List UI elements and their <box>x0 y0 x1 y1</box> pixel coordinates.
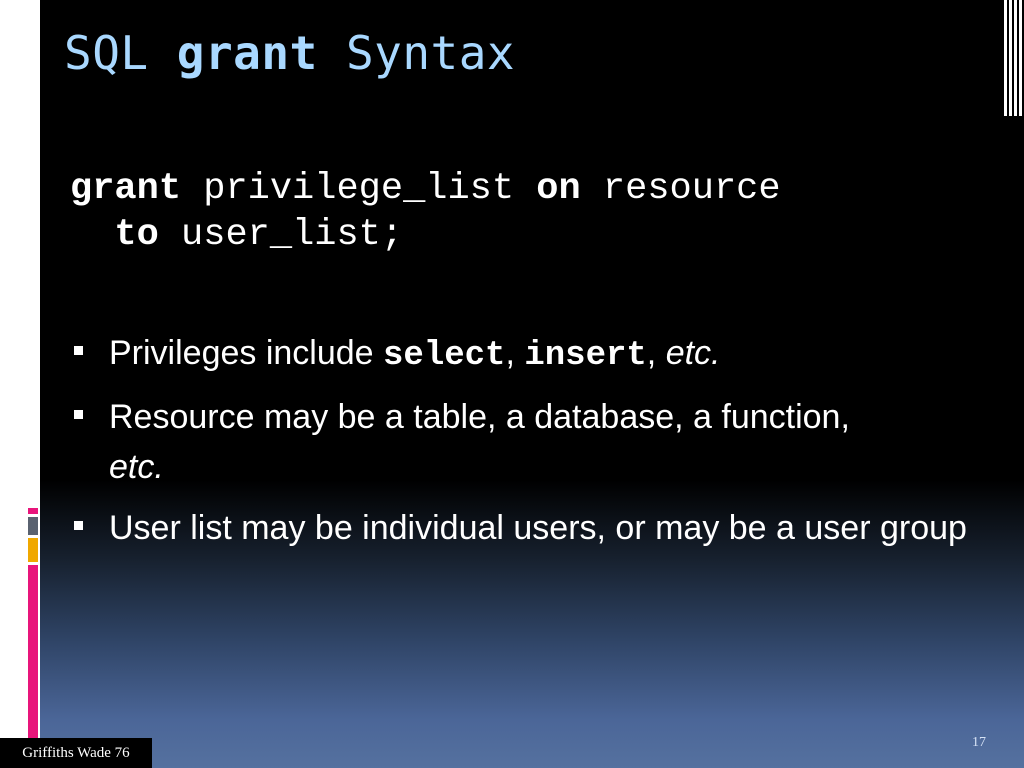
bullet-list: Privileges include select, insert, etc. … <box>72 328 972 564</box>
page-number: 17 <box>972 735 986 750</box>
title-part-grant: grant <box>176 26 318 80</box>
bullet-square-icon <box>74 521 83 530</box>
bullet-item-user-list: User list may be individual users, or ma… <box>72 503 972 553</box>
corner-stripes-decoration <box>1004 0 1024 116</box>
code-keyword-grant: grant <box>70 168 182 210</box>
bullet-etc: etc. <box>665 334 721 372</box>
code-keyword-to: to <box>114 214 159 256</box>
title-part-sql: SQL <box>64 26 177 80</box>
syntax-code-block: grant privilege_list on resource to user… <box>70 166 781 258</box>
accent-gold <box>28 538 38 562</box>
bullet-separator: , <box>505 334 525 372</box>
bullet-etc: etc. <box>109 448 164 486</box>
code-keyword-on: on <box>536 168 581 210</box>
bullet-text: User list may be individual users, or ma… <box>109 509 967 547</box>
bullet-square-icon <box>74 410 83 419</box>
bullet-text: Resource may be a table, a database, a f… <box>109 398 850 436</box>
code-select: select <box>383 337 506 375</box>
bullet-square-icon <box>74 346 83 355</box>
code-text-resource: resource <box>580 168 781 210</box>
bullet-item-privileges: Privileges include select, insert, etc. <box>72 328 972 381</box>
accent-pink <box>28 565 38 738</box>
bullet-text: Privileges include <box>109 334 384 372</box>
bullet-separator: , <box>646 334 666 372</box>
title-part-syntax: Syntax <box>317 26 516 80</box>
code-text-user-list: user_list; <box>158 214 404 256</box>
author-watermark: Griffiths Wade 76 <box>0 738 152 768</box>
accent-pink-top <box>28 508 38 514</box>
accent-gray <box>28 517 38 535</box>
slide-title: SQL grant Syntax <box>64 26 515 80</box>
left-band-decoration <box>0 0 28 768</box>
code-line-2: to user_list; <box>70 212 781 258</box>
code-insert: insert <box>524 337 647 375</box>
code-line-1: grant privilege_list on resource <box>70 166 781 212</box>
bullet-item-resource: Resource may be a table, a database, a f… <box>72 392 972 492</box>
code-text-privilege-list: privilege_list <box>181 168 537 210</box>
